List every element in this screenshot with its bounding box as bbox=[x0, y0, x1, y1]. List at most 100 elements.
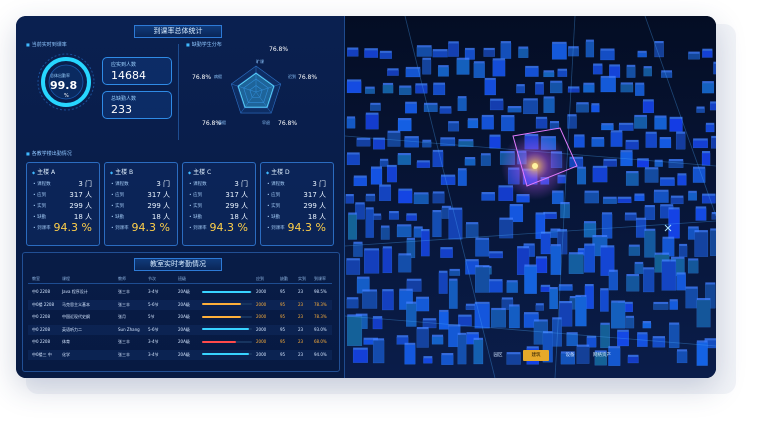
table-cell-absent: 95 bbox=[280, 351, 286, 357]
building-row-value: 3 门 bbox=[234, 180, 248, 188]
table-cell: 3-4节 bbox=[148, 289, 159, 294]
map-building-roof bbox=[523, 98, 538, 101]
map-building bbox=[659, 179, 675, 186]
map-building bbox=[620, 84, 634, 93]
building-rate-value: 94.3 % bbox=[209, 221, 248, 234]
map-building bbox=[483, 49, 495, 57]
map-building-roof bbox=[365, 86, 375, 89]
radar-section-label: 缺勤学生分布 bbox=[186, 41, 222, 48]
building-row-value: 317 人 bbox=[69, 191, 92, 199]
map-building-roof bbox=[432, 191, 445, 194]
map-building-roof bbox=[404, 136, 419, 139]
map-building-roof bbox=[506, 280, 518, 283]
table-cell-absent: 95 bbox=[280, 326, 286, 332]
map-building bbox=[600, 77, 616, 93]
map-building bbox=[416, 47, 432, 57]
map-building-roof bbox=[533, 319, 548, 322]
map-building bbox=[643, 67, 652, 77]
map-building bbox=[347, 49, 359, 57]
table-cell: Java 程序设计 bbox=[62, 289, 88, 294]
map-building-roof bbox=[679, 243, 688, 246]
city-3d-map[interactable]: 园区 建筑 设备 网络资产 bbox=[345, 16, 716, 378]
building-card[interactable]: 主楼 D• 课程数3 门• 应到317 人• 实到299 人• 缺勤18 人• … bbox=[260, 162, 334, 246]
building-row-value: 317 人 bbox=[147, 191, 170, 199]
map-layer-button[interactable]: 园区 bbox=[487, 350, 509, 361]
map-building bbox=[644, 206, 656, 220]
map-building bbox=[365, 209, 374, 238]
map-building-roof bbox=[619, 122, 634, 125]
map-building bbox=[415, 85, 428, 94]
map-building-roof bbox=[626, 171, 639, 173]
map-building bbox=[413, 194, 429, 205]
table-cell: 张月 bbox=[118, 314, 126, 319]
rate-bar-fill bbox=[202, 315, 241, 318]
map-building bbox=[644, 169, 659, 183]
map-building-roof bbox=[535, 82, 544, 84]
building-row-label: • 缺勤 bbox=[267, 215, 281, 220]
map-building-roof bbox=[346, 297, 359, 300]
map-building-roof bbox=[634, 193, 645, 196]
building-card[interactable]: 主楼 C• 课程数3 门• 应到317 人• 实到299 人• 缺勤18 人• … bbox=[182, 162, 256, 246]
table-cell: 张三丰 bbox=[118, 351, 130, 357]
map-layer-button[interactable]: 建筑 bbox=[523, 350, 549, 361]
map-building bbox=[543, 72, 555, 78]
building-row-label: • 到课率 bbox=[33, 226, 51, 231]
map-building-roof bbox=[653, 301, 669, 304]
map-building bbox=[626, 275, 640, 292]
map-building-roof bbox=[676, 272, 686, 275]
map-building-roof bbox=[501, 297, 513, 300]
radar-value-2: 76.8% bbox=[278, 120, 298, 127]
map-building-roof bbox=[710, 228, 716, 231]
map-building-roof bbox=[540, 284, 551, 287]
map-building-roof bbox=[643, 267, 655, 270]
map-building-roof bbox=[473, 61, 485, 64]
map-building-roof bbox=[475, 237, 489, 240]
building-card[interactable]: 主楼 B• 课程数3 门• 应到317 人• 实到299 人• 缺勤18 人• … bbox=[104, 162, 178, 246]
map-building bbox=[437, 66, 449, 77]
map-building bbox=[637, 52, 647, 58]
map-building bbox=[386, 166, 397, 183]
map-building-roof bbox=[668, 159, 684, 161]
map-building bbox=[661, 261, 677, 291]
map-building-roof bbox=[364, 48, 378, 51]
map-building bbox=[624, 214, 637, 221]
map-building bbox=[653, 303, 669, 310]
map-building-roof bbox=[466, 222, 479, 225]
building-rate-value: 94.3 % bbox=[287, 221, 326, 234]
map-building-roof bbox=[465, 259, 479, 262]
building-row-value: 299 人 bbox=[225, 202, 248, 210]
radar-label-0: 旷课 bbox=[256, 59, 264, 64]
table-cell: 中0 2208 bbox=[32, 289, 50, 294]
map-building bbox=[670, 197, 684, 205]
map-building-roof bbox=[654, 189, 669, 192]
map-building bbox=[543, 213, 557, 219]
map-building bbox=[634, 195, 645, 202]
map-building bbox=[585, 41, 595, 58]
map-building bbox=[696, 108, 705, 113]
table-cell-expected: 2000 bbox=[256, 326, 267, 332]
map-building-roof bbox=[387, 68, 399, 71]
map-building-roof bbox=[550, 121, 559, 123]
map-building-roof bbox=[422, 139, 432, 142]
map-building-roof bbox=[559, 301, 573, 303]
map-building-roof bbox=[696, 340, 708, 343]
map-building bbox=[382, 84, 394, 94]
map-layer-button[interactable]: 设备 bbox=[559, 350, 581, 361]
map-building bbox=[365, 114, 379, 130]
map-building-roof bbox=[489, 279, 503, 282]
building-card[interactable]: 主楼 A• 课程数3 门• 应到317 人• 实到299 人• 缺勤18 人• … bbox=[26, 162, 100, 246]
map-building-roof bbox=[382, 82, 394, 85]
classroom-title: 教室实时考勤情况 bbox=[134, 258, 222, 271]
map-building-roof bbox=[654, 115, 667, 118]
table-cell: 英语听力二 bbox=[62, 326, 82, 332]
map-building-roof bbox=[669, 299, 678, 302]
map-building bbox=[438, 311, 449, 330]
map-layer-button[interactable]: 网络资产 bbox=[587, 350, 617, 361]
map-building bbox=[701, 152, 711, 166]
map-building bbox=[635, 84, 645, 96]
map-building-roof bbox=[458, 168, 467, 171]
table-cell-expected: 2000 bbox=[256, 314, 267, 319]
map-building-roof bbox=[695, 206, 707, 209]
map-building-roof bbox=[526, 346, 539, 349]
map-building bbox=[626, 66, 636, 78]
